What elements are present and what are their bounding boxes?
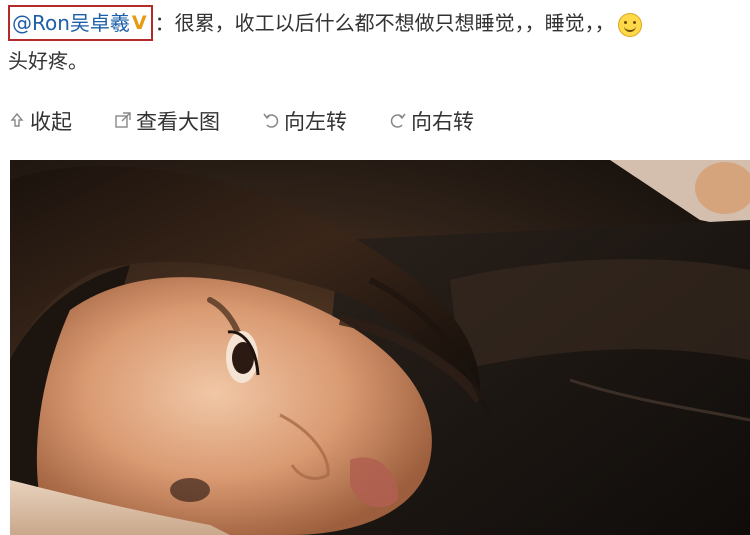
collapse-arrow-icon	[8, 111, 26, 131]
rotate-right-icon	[389, 111, 407, 131]
rotate-left-button[interactable]: 向左转	[262, 106, 347, 136]
rotate-left-icon	[262, 111, 280, 131]
view-large-label: 查看大图	[136, 110, 220, 134]
collapse-label: 收起	[30, 110, 72, 134]
expand-image-icon	[114, 111, 132, 131]
post-photo[interactable]	[10, 160, 750, 535]
woman-lying-on-pillow-photo	[10, 160, 750, 535]
smiley-icon	[617, 12, 642, 37]
verified-v-badge-icon: V	[131, 12, 147, 34]
view-large-button[interactable]: 查看大图	[114, 106, 220, 136]
rotate-left-label: 向左转	[284, 110, 347, 134]
collapse-button[interactable]: 收起	[8, 106, 72, 136]
image-toolbar: 收起 查看大图 向左转 向右转	[8, 104, 516, 138]
post-text-line2: 头好疼。	[8, 49, 88, 73]
author-link[interactable]: @Ron吴卓羲	[12, 11, 130, 35]
post-colon: ：	[154, 11, 175, 35]
rotate-right-label: 向右转	[411, 110, 474, 134]
post-text-line1: 很累，收工以后什么都不想做只想睡觉，，睡觉，，	[174, 11, 615, 35]
post-text: @Ron吴卓羲 V ：很累，收工以后什么都不想做只想睡觉，，睡觉，， 头好疼。	[8, 4, 750, 80]
author-highlight-box: @Ron吴卓羲 V	[8, 5, 153, 41]
rotate-right-button[interactable]: 向右转	[389, 106, 474, 136]
